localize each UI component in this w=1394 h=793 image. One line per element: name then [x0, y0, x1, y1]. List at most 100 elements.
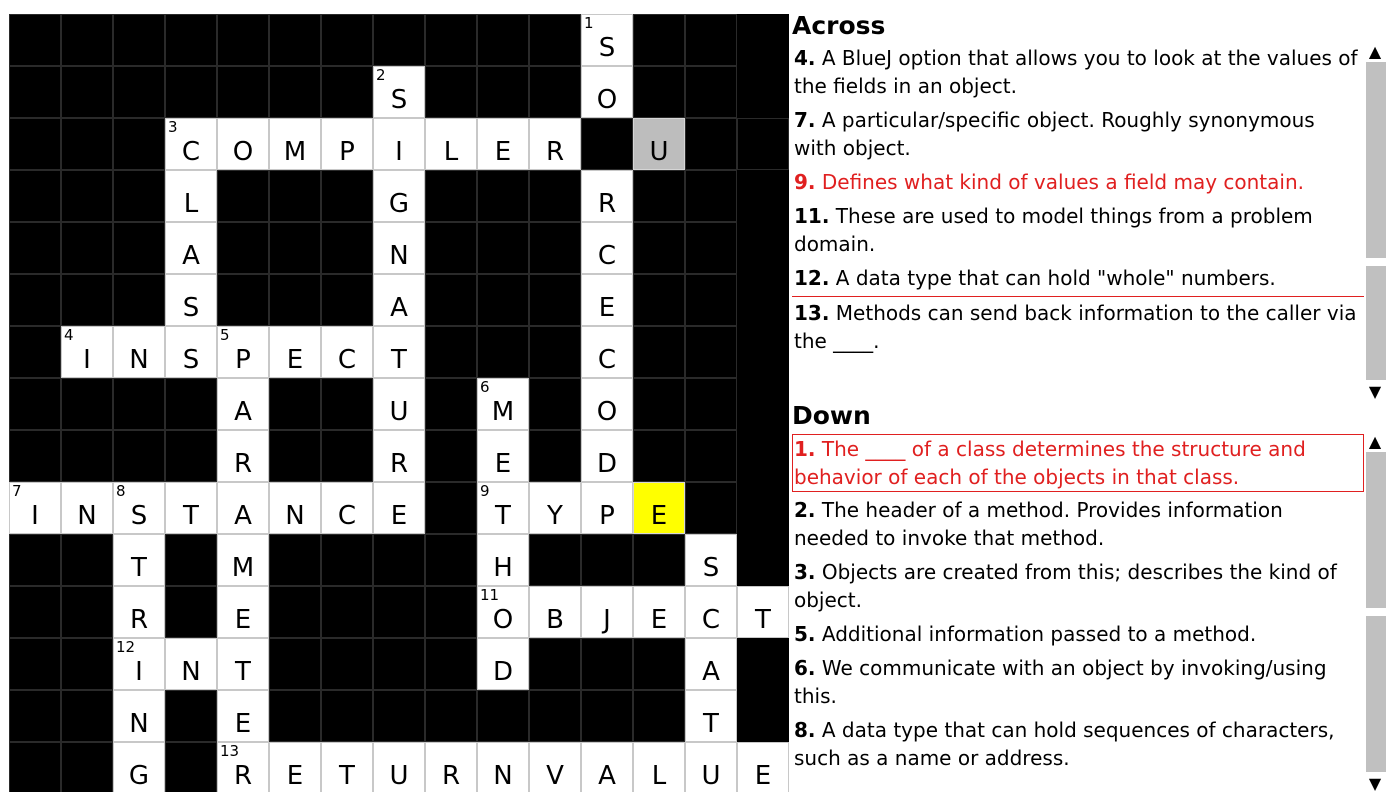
down-clue-8[interactable]: 8. A data type that can hold sequences o… — [792, 716, 1364, 774]
scroll-up-icon[interactable]: ▲ — [1364, 44, 1386, 60]
grid-cell[interactable]: T — [685, 690, 737, 742]
grid-cell[interactable]: T — [113, 534, 165, 586]
grid-cell[interactable]: A — [581, 742, 633, 792]
grid-cell[interactable]: E — [269, 326, 321, 378]
grid-cell[interactable]: U — [373, 378, 425, 430]
grid-cell[interactable]: T — [165, 482, 217, 534]
grid-cell[interactable]: N — [165, 638, 217, 690]
grid-cell[interactable]: C — [581, 326, 633, 378]
down-scroll-track[interactable] — [1366, 616, 1386, 772]
scroll-down-icon[interactable]: ▼ — [1364, 384, 1386, 400]
grid-cell[interactable]: C — [321, 326, 373, 378]
grid-cell[interactable]: A — [217, 482, 269, 534]
grid-cell[interactable]: N — [373, 222, 425, 274]
grid-cell[interactable]: E — [737, 742, 789, 792]
down-clue-2[interactable]: 2. The header of a method. Provides info… — [792, 496, 1364, 554]
grid-cell[interactable]: R — [113, 586, 165, 638]
across-clue-9[interactable]: 9. Defines what kind of values a field m… — [792, 168, 1364, 198]
grid-cell[interactable]: N — [61, 482, 113, 534]
grid-cell[interactable]: R — [425, 742, 477, 792]
grid-cell[interactable]: O — [217, 118, 269, 170]
across-clue-4[interactable]: 4. A BlueJ option that allows you to loo… — [792, 44, 1364, 102]
grid-cell[interactable]: 9T — [477, 482, 529, 534]
grid-cell[interactable]: 4I — [61, 326, 113, 378]
grid-cell[interactable]: 11 O — [477, 586, 529, 638]
across-scrollbar[interactable]: ▲ ▼ — [1364, 44, 1386, 400]
grid-cell[interactable]: 5P — [217, 326, 269, 378]
grid-cell[interactable]: L — [633, 742, 685, 792]
grid-cell[interactable]: 6M — [477, 378, 529, 430]
grid-cell[interactable]: U — [685, 742, 737, 792]
grid-cell[interactable]: O — [581, 378, 633, 430]
down-scrollbar[interactable]: ▲ ▼ — [1364, 434, 1386, 792]
down-clue-6[interactable]: 6. We communicate with an object by invo… — [792, 654, 1364, 712]
grid-cell[interactable]: E — [477, 118, 529, 170]
across-scroll-thumb[interactable] — [1366, 62, 1386, 258]
grid-cell[interactable]: E — [269, 742, 321, 792]
grid-cell[interactable]: E — [581, 274, 633, 326]
grid-cell[interactable]: U — [633, 118, 685, 170]
grid-cell[interactable]: V — [529, 742, 581, 792]
across-clue-11[interactable]: 11. These are used to model things from … — [792, 202, 1364, 260]
across-clue-12[interactable]: 12. A data type that can hold "whole" nu… — [792, 264, 1364, 294]
grid-cell[interactable]: 8S — [113, 482, 165, 534]
grid-cell[interactable]: N — [113, 690, 165, 742]
grid-cell[interactable]: P — [581, 482, 633, 534]
grid-cell[interactable]: A — [165, 222, 217, 274]
crossword-grid[interactable]: 1S2SO3COMPILERULGRANCSAE4INS5PECTCAU6MOR… — [9, 14, 789, 792]
grid-cell[interactable]: H — [477, 534, 529, 586]
grid-cell[interactable]: E — [217, 586, 269, 638]
grid-cell[interactable]: M — [217, 534, 269, 586]
grid-cell[interactable]: R — [529, 118, 581, 170]
down-clue-3[interactable]: 3. Objects are created from this; descri… — [792, 558, 1364, 616]
grid-cell[interactable]: R — [373, 430, 425, 482]
grid-cell[interactable]: M — [269, 118, 321, 170]
grid-cell[interactable]: L — [425, 118, 477, 170]
grid-cell[interactable]: C — [321, 482, 373, 534]
grid-cell[interactable]: T — [217, 638, 269, 690]
grid-cell[interactable]: T — [321, 742, 373, 792]
grid-cell[interactable]: E — [373, 482, 425, 534]
grid-cell[interactable]: N — [269, 482, 321, 534]
grid-cell[interactable]: E — [633, 482, 685, 534]
grid-cell[interactable]: S — [165, 326, 217, 378]
grid-cell[interactable]: U — [373, 742, 425, 792]
grid-cell[interactable]: B — [529, 586, 581, 638]
grid-cell[interactable]: C — [581, 222, 633, 274]
grid-cell[interactable]: G — [113, 742, 165, 792]
grid-cell[interactable]: C — [685, 586, 737, 638]
grid-cell[interactable]: D — [477, 638, 529, 690]
grid-cell[interactable]: E — [477, 430, 529, 482]
grid-cell[interactable]: 2S — [373, 66, 425, 118]
grid-cell[interactable]: G — [373, 170, 425, 222]
grid-cell[interactable]: A — [685, 638, 737, 690]
across-clue-7[interactable]: 7. A particular/specific object. Roughly… — [792, 106, 1364, 164]
grid-cell[interactable]: R — [581, 170, 633, 222]
grid-cell[interactable]: N — [113, 326, 165, 378]
grid-cell[interactable]: I — [373, 118, 425, 170]
grid-cell[interactable]: L — [165, 170, 217, 222]
across-clue-13[interactable]: 13. Methods can send back information to… — [792, 299, 1364, 357]
across-scroll-track[interactable] — [1366, 266, 1386, 380]
grid-cell[interactable]: R — [217, 430, 269, 482]
grid-cell[interactable]: Y — [529, 482, 581, 534]
grid-cell[interactable]: O — [581, 66, 633, 118]
grid-cell[interactable]: T — [737, 586, 789, 638]
grid-cell[interactable]: P — [321, 118, 373, 170]
grid-cell[interactable]: D — [581, 430, 633, 482]
down-clue-5[interactable]: 5. Additional information passed to a me… — [792, 620, 1364, 650]
grid-cell[interactable]: S — [685, 534, 737, 586]
down-scroll-thumb[interactable] — [1366, 452, 1386, 608]
scroll-down-icon[interactable]: ▼ — [1364, 776, 1386, 792]
grid-cell[interactable]: 7I — [9, 482, 61, 534]
grid-cell[interactable]: T — [373, 326, 425, 378]
grid-cell[interactable]: 1S — [581, 14, 633, 66]
grid-cell[interactable]: 12 I — [113, 638, 165, 690]
grid-cell[interactable]: A — [373, 274, 425, 326]
grid-cell[interactable]: 3C — [165, 118, 217, 170]
grid-cell[interactable]: A — [217, 378, 269, 430]
grid-cell[interactable]: E — [633, 586, 685, 638]
scroll-up-icon[interactable]: ▲ — [1364, 434, 1386, 450]
grid-cell[interactable]: E — [217, 690, 269, 742]
grid-cell[interactable]: N — [477, 742, 529, 792]
